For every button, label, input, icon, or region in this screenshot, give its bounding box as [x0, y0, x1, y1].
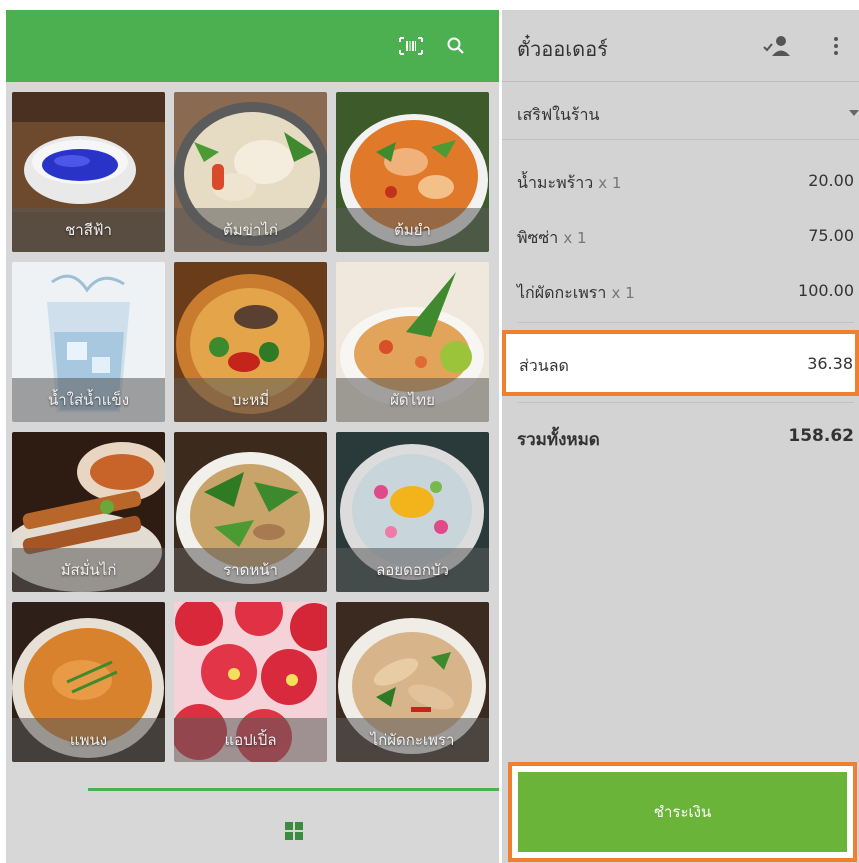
menu-item[interactable]: บะหมี่ [174, 262, 327, 422]
order-line[interactable]: น้ำมะพร้าว x 1 20.00 [502, 167, 859, 197]
order-line-qty: x 1 [611, 284, 635, 302]
order-line-qty: x 1 [563, 229, 587, 247]
order-line-name: น้ำมะพร้าว [517, 173, 594, 192]
total-value: 158.62 [788, 426, 854, 446]
more-vert-icon[interactable] [828, 34, 844, 58]
discount-value: 36.38 [807, 354, 853, 373]
menu-panel: ชาสีฟ้า ต้มข่าไก่ ต้มยำ น้ำใส่น้ำแข็ง บะ… [6, 10, 499, 863]
menu-item[interactable]: ต้มข่าไก่ [174, 92, 327, 252]
service-type-value: เสริฟในร้าน [517, 105, 600, 124]
menu-item[interactable]: ชาสีฟ้า [12, 92, 165, 252]
barcode-icon[interactable] [397, 32, 425, 60]
menu-item-label: บะหมี่ [231, 391, 270, 409]
menu-item-label: ชาสีฟ้า [65, 221, 112, 239]
total-label: รวมทั้งหมด [517, 430, 600, 450]
menu-item[interactable]: มัสมั่นไก่ [12, 432, 165, 592]
order-line-qty: x 1 [598, 174, 622, 192]
menu-item[interactable]: ไก่ผัดกะเพรา [336, 602, 489, 762]
menu-item-label: ต้มยำ [394, 221, 431, 239]
order-line-price: 20.00 [808, 171, 854, 190]
order-panel: ตั๋วออเดอร์ เสริฟในร้าน น้ำมะพร้าว x 1 2… [502, 10, 859, 863]
order-line[interactable]: พิซซ่า x 1 75.00 [502, 222, 859, 252]
service-type-select[interactable]: เสริฟในร้าน [502, 86, 859, 140]
menu-item-label: ต้มข่าไก่ [223, 221, 278, 239]
order-line-price: 100.00 [798, 281, 854, 300]
menu-item-label: มัสมั่นไก่ [60, 561, 117, 579]
menu-toolbar [6, 10, 499, 82]
active-tab-indicator [88, 788, 499, 791]
menu-item[interactable]: ผัดไทย [336, 262, 489, 422]
order-title: ตั๋วออเดอร์ [517, 37, 608, 61]
menu-item-label: แอปเปิ้ล [224, 731, 277, 749]
order-line-name: พิซซ่า [517, 228, 559, 247]
order-line-name: ไก่ผัดกะเพรา [517, 283, 607, 302]
order-line[interactable]: ไก่ผัดกะเพรา x 1 100.00 [502, 277, 859, 307]
person-check-icon[interactable] [762, 34, 792, 58]
order-header: ตั๋วออเดอร์ [502, 10, 859, 82]
search-icon[interactable] [442, 32, 470, 60]
discount-label: ส่วนลด [519, 356, 569, 375]
bottom-nav [6, 784, 499, 863]
menu-item[interactable]: ราดหน้า [174, 432, 327, 592]
grid-icon[interactable] [285, 822, 303, 840]
menu-item-label: ไก่ผัดกะเพรา [370, 731, 455, 749]
menu-item-label: ลอยดอกบัว [376, 561, 449, 579]
menu-item[interactable]: แพนง [12, 602, 165, 762]
menu-item[interactable]: แอปเปิ้ล [174, 602, 327, 762]
menu-item[interactable]: น้ำใส่น้ำแข็ง [12, 262, 165, 422]
menu-item[interactable]: ต้มยำ [336, 92, 489, 252]
menu-item[interactable]: ลอยดอกบัว [336, 432, 489, 592]
divider [517, 402, 854, 403]
pay-button[interactable]: ชำระเงิน [518, 772, 847, 852]
menu-item-label: ผัดไทย [390, 391, 435, 409]
pay-button-highlight: ชำระเงิน [508, 762, 857, 862]
menu-item-label: แพนง [69, 731, 108, 749]
menu-item-label: ราดหน้า [223, 561, 278, 579]
dropdown-caret-icon [849, 110, 859, 116]
menu-item-label: น้ำใส่น้ำแข็ง [47, 391, 130, 409]
order-line-price: 75.00 [808, 226, 854, 245]
divider [517, 322, 854, 323]
discount-row[interactable]: ส่วนลด 36.38 [502, 330, 859, 396]
